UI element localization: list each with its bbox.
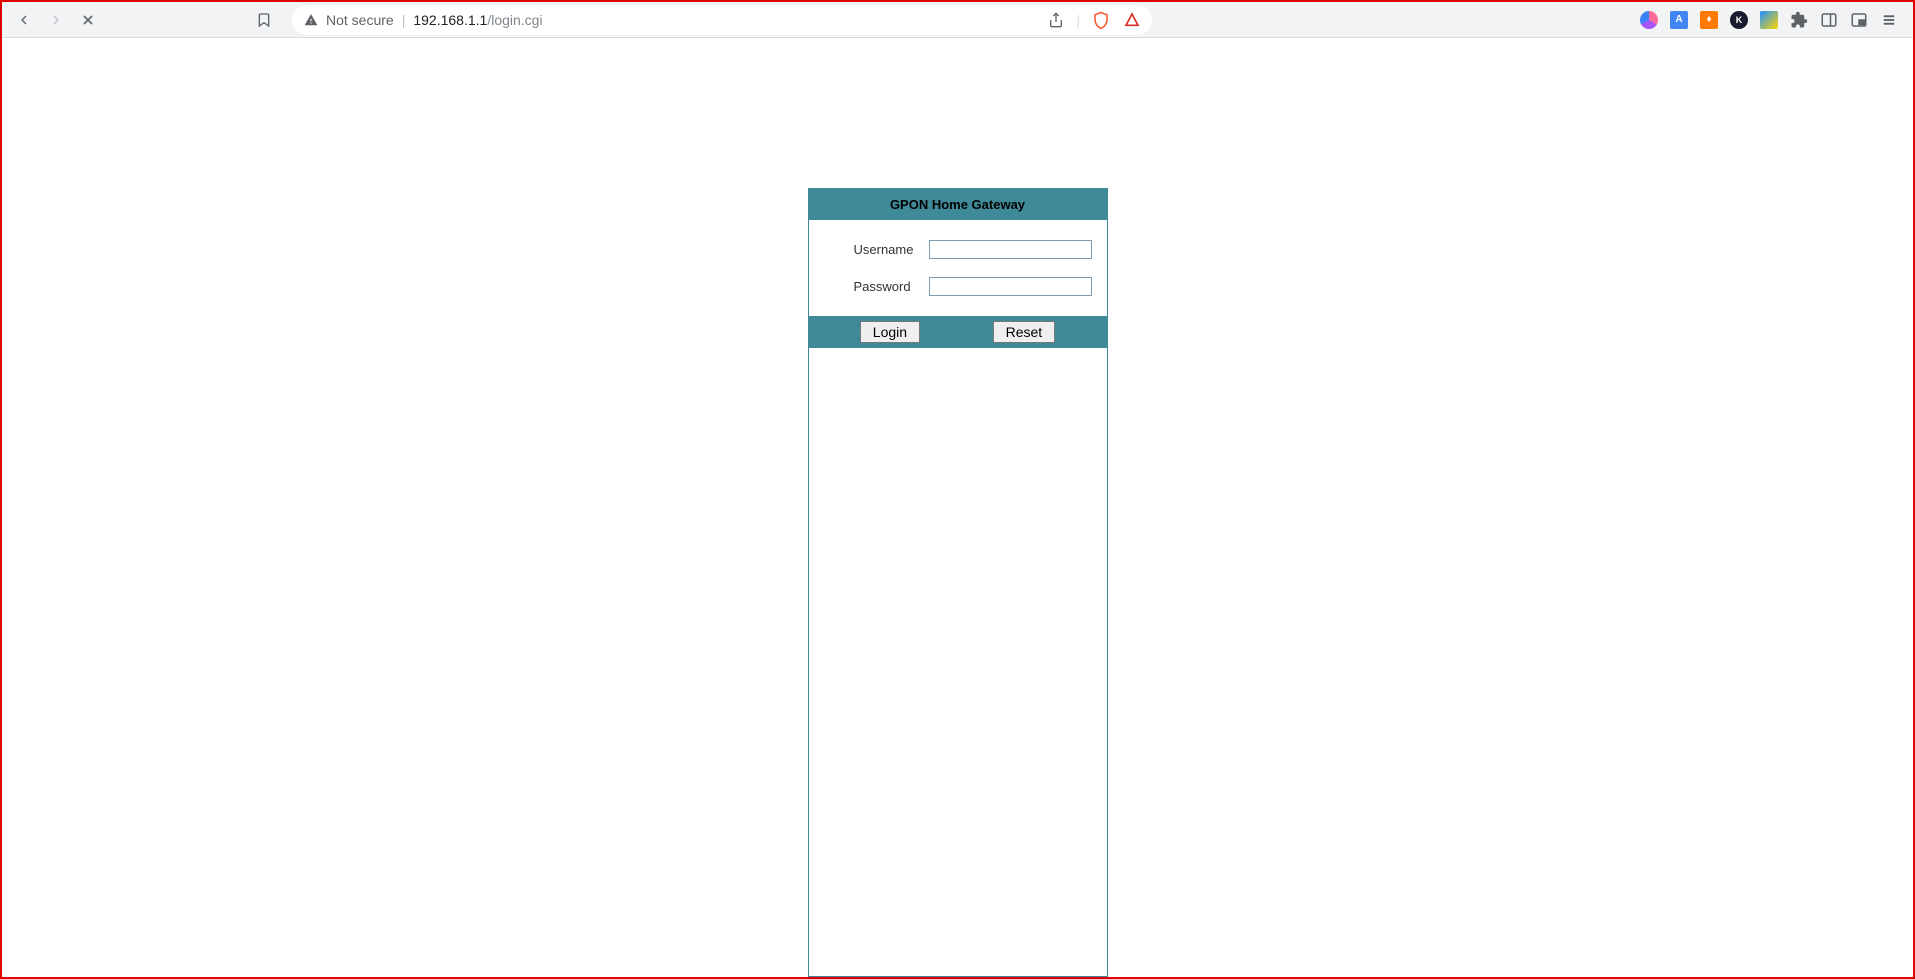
address-bar[interactable]: Not secure | 192.168.1.1/login.cgi |	[292, 5, 1152, 35]
extension-icon-4[interactable]: K	[1729, 10, 1749, 30]
username-label: Username	[824, 242, 919, 257]
side-panel-icon[interactable]	[1819, 10, 1839, 30]
brave-rewards-icon[interactable]	[1124, 12, 1140, 28]
login-footer: Login Reset	[809, 316, 1107, 348]
extension-translate-icon[interactable]: A	[1669, 10, 1689, 30]
wallet-icon[interactable]	[1849, 10, 1869, 30]
extensions-menu-icon[interactable]	[1789, 10, 1809, 30]
login-panel: GPON Home Gateway Username Password Logi…	[808, 188, 1108, 977]
stop-button[interactable]	[74, 6, 102, 34]
extension-icons: A ♦ K	[1639, 10, 1905, 30]
url-text: 192.168.1.1/login.cgi	[413, 12, 542, 28]
reset-button[interactable]: Reset	[993, 321, 1056, 343]
extension-icon-5[interactable]	[1759, 10, 1779, 30]
page-content: GPON Home Gateway Username Password Logi…	[2, 38, 1913, 977]
forward-button[interactable]	[42, 6, 70, 34]
login-form: Username Password	[809, 220, 1107, 316]
bookmark-button[interactable]	[250, 6, 278, 34]
url-divider: |	[402, 12, 406, 28]
login-button[interactable]: Login	[860, 321, 920, 343]
extension-icon-1[interactable]	[1639, 10, 1659, 30]
username-input[interactable]	[929, 240, 1092, 259]
browser-menu-icon[interactable]	[1879, 10, 1899, 30]
extension-hubspot-icon[interactable]: ♦	[1699, 10, 1719, 30]
security-status: Not secure	[326, 12, 394, 28]
browser-toolbar: Not secure | 192.168.1.1/login.cgi | A ♦…	[2, 2, 1913, 38]
share-icon[interactable]	[1048, 12, 1064, 28]
warning-icon	[304, 13, 318, 27]
brave-shield-icon[interactable]	[1092, 11, 1110, 29]
password-row: Password	[824, 277, 1092, 296]
username-row: Username	[824, 240, 1092, 259]
password-input[interactable]	[929, 277, 1092, 296]
password-label: Password	[824, 279, 919, 294]
back-button[interactable]	[10, 6, 38, 34]
login-title: GPON Home Gateway	[809, 189, 1107, 220]
